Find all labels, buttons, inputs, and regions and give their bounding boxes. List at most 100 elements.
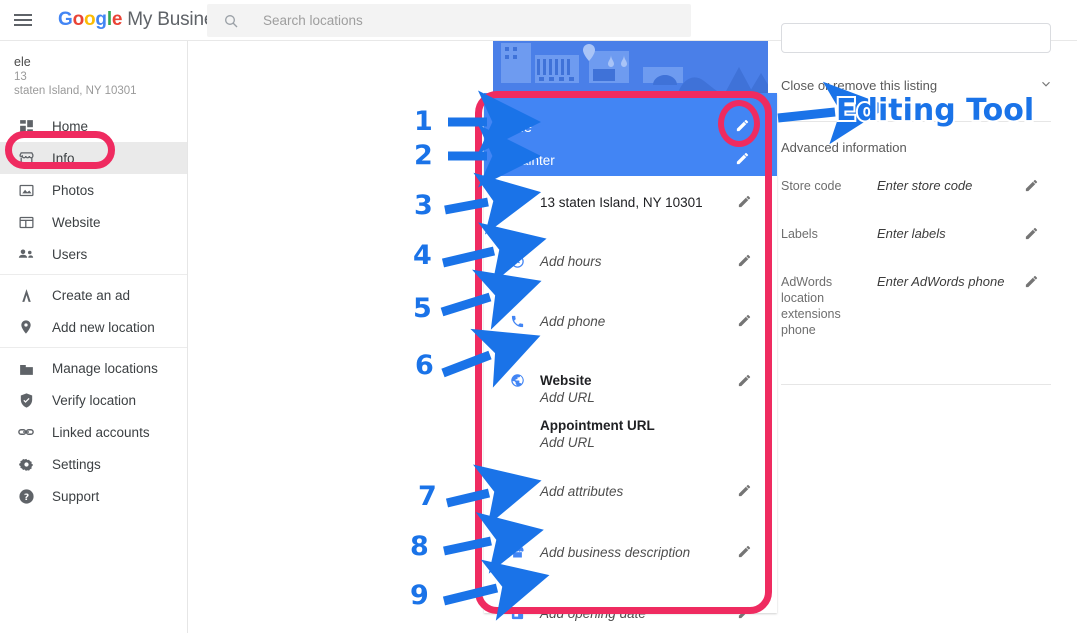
search-input[interactable]: Search locations [207,4,691,37]
edit-category-button[interactable] [735,151,750,171]
phone-row[interactable]: Add phone [484,313,777,343]
sidebar-item-linked-accounts[interactable]: Linked accounts [0,416,187,448]
business-category-row[interactable]: Painter [484,144,777,177]
callout-number-9: 9 [409,579,431,613]
callout-number-5: 5 [412,292,434,326]
sidebar-item-label: Settings [52,456,101,472]
website-placeholder: Add URL [540,390,595,405]
sidebar-item-support[interactable]: ? Support [0,480,187,512]
edit-store-code-button[interactable] [1024,178,1039,198]
callout-number-8: 8 [409,530,431,564]
business-category: Painter [512,153,555,168]
sidebar-item-label: Linked accounts [52,424,150,440]
adwords-phone-row[interactable]: AdWords location extensions phone Enter … [781,274,1053,338]
account-address-line2: staten Island, NY 10301 [14,85,137,97]
sidebar: ele 13 staten Island, NY 10301 Home Info… [0,41,188,633]
right-panel: Close or remove this listing Advanced in… [781,23,1077,633]
callout-number-1: 1 [413,105,435,139]
callout-number-6: 6 [414,349,436,383]
svg-text:?: ? [23,492,28,503]
photo-icon [16,180,36,200]
globe-icon [507,373,527,388]
account-summary: ele 13 staten Island, NY 10301 [0,41,187,110]
help-icon: ? [16,486,36,506]
panel-divider-bottom [781,384,1051,385]
web-page-icon [16,212,36,232]
sidebar-item-label: Users [52,246,88,262]
sidebar-item-label: Verify location [52,392,137,408]
edit-website-button[interactable] [737,373,752,393]
sidebar-item-label: Info [52,150,75,166]
edit-address-button[interactable] [737,194,752,214]
callout-number-4: 4 [412,239,434,273]
opening-date-row[interactable]: Add opening date [484,605,777,633]
account-address-line1: 13 [14,71,27,83]
business-description-placeholder: Add business description [540,545,691,560]
edit-attributes-button[interactable] [737,483,752,503]
sidebar-item-home[interactable]: Home [0,110,187,142]
business-info-card: ele Painter 13 staten Island, NY 10301 A… [484,93,777,621]
callout-number-2: 2 [413,139,435,173]
appointment-url-label: Appointment URL [540,418,655,433]
edit-business-description-button[interactable] [737,544,752,564]
sidebar-item-create-an-ad[interactable]: Create an ad [0,279,187,311]
attributes-row[interactable]: Add attributes [484,483,777,513]
edit-opening-date-button[interactable] [737,605,752,625]
labels-row[interactable]: Labels Enter labels [781,226,1053,242]
edit-hours-button[interactable] [737,253,752,273]
sidebar-item-label: Create an ad [52,287,131,303]
sidebar-item-label: Add new location [52,319,155,335]
nav-group-manage: Manage locations Verify location Linked … [0,347,187,516]
calendar-icon [507,606,527,621]
edit-phone-button[interactable] [737,313,752,333]
panel-divider [781,121,1051,122]
nav-group-create: Create an ad Add new location [0,274,187,347]
sidebar-item-label: Photos [52,182,95,198]
website-row[interactable]: Website Add URL Appointment URL Add URL [484,372,777,451]
store-code-row[interactable]: Store code Enter store code [781,178,1053,194]
edit-labels-button[interactable] [1024,226,1039,246]
shield-check-icon [16,390,36,410]
close-or-remove-listing-row[interactable]: Close or remove this listing [781,77,1053,94]
link-icon [16,422,36,442]
hours-row[interactable]: Add hours [484,253,777,283]
opening-date-placeholder: Add opening date [540,606,646,621]
business-description-row[interactable]: Add business description [484,544,777,574]
sidebar-item-add-new-location[interactable]: Add new location [0,311,187,343]
callout-number-7: 7 [417,480,439,514]
tag-icon [507,484,527,499]
sidebar-item-label: Support [52,488,100,504]
sidebar-item-label: Manage locations [52,360,158,376]
store-code-label: Store code [781,179,842,193]
sidebar-item-settings[interactable]: Settings [0,448,187,480]
dashboard-icon [16,116,36,136]
sidebar-item-photos[interactable]: Photos [0,174,187,206]
sidebar-item-info[interactable]: Info [0,142,187,174]
sidebar-item-website[interactable]: Website [0,206,187,238]
edit-business-name-button[interactable] [735,118,750,138]
sidebar-item-label: Website [52,214,101,230]
phone-placeholder: Add phone [540,314,606,329]
attributes-placeholder: Add attributes [540,484,624,499]
hamburger-icon[interactable] [14,12,36,28]
gear-icon [16,454,36,474]
address-row[interactable]: 13 staten Island, NY 10301 [484,194,777,224]
sidebar-item-users[interactable]: Users [0,238,187,270]
account-name: ele [14,55,31,69]
adwords-phone-label: AdWords location extensions phone [781,275,841,337]
chevron-down-icon[interactable] [1039,77,1053,94]
appointment-url-placeholder: Add URL [540,435,595,450]
sidebar-item-verify-location[interactable]: Verify location [0,384,187,416]
sidebar-item-manage-locations[interactable]: Manage locations [0,352,187,384]
callout-number-3: 3 [413,189,435,223]
people-icon [16,244,36,264]
store-icon [16,148,36,168]
collapsed-field-box[interactable] [781,23,1051,53]
business-name-row[interactable]: ele [484,111,777,144]
edit-adwords-phone-button[interactable] [1024,274,1039,294]
store-icon [507,545,527,560]
sidebar-item-label: Home [52,118,89,134]
phone-icon [507,314,527,329]
map-pin-icon [16,317,36,337]
cover-illustration [493,41,768,93]
